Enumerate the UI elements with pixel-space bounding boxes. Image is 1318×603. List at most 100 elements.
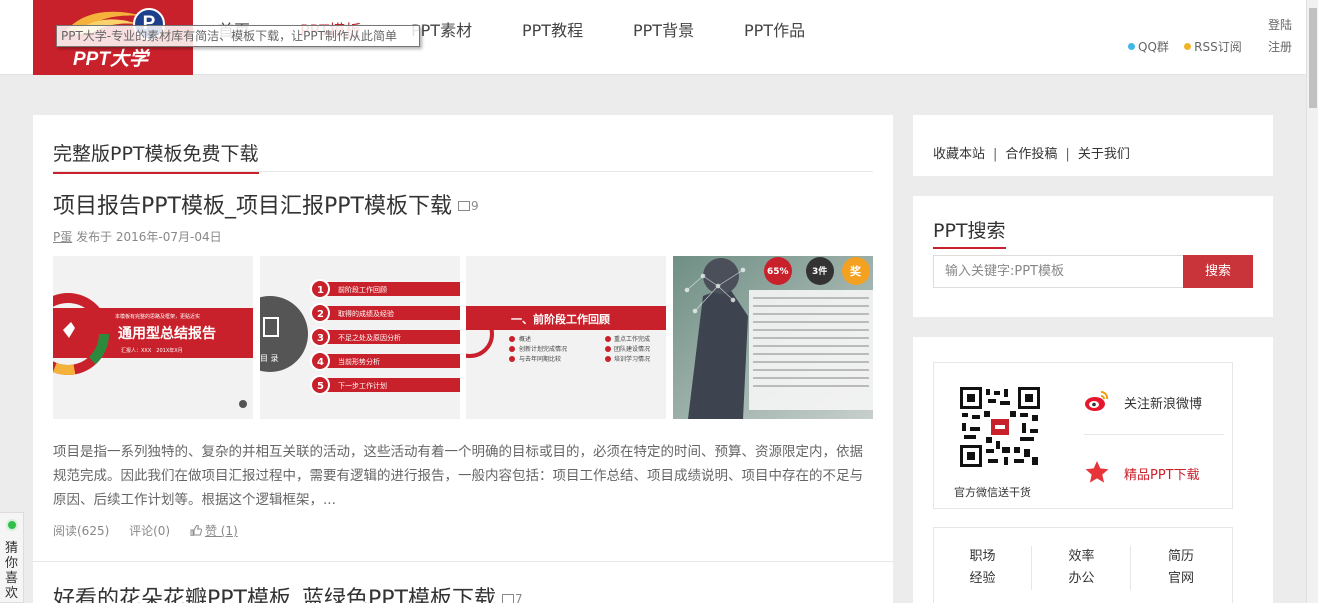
article-title[interactable]: 项目报告PPT模板_项目汇报PPT模板下载 9 — [53, 188, 479, 220]
author-link[interactable]: P蛋 — [53, 230, 72, 244]
svg-text:1: 1 — [317, 285, 324, 296]
image-count: 9 — [457, 199, 479, 213]
scrollbar-thumb[interactable] — [1309, 8, 1317, 108]
nav-ppt-tutorials[interactable]: PPT教程 — [522, 17, 583, 41]
qr-caption: 官方微信送干货 — [954, 486, 1031, 499]
search-title: PPT搜索 — [933, 216, 1006, 249]
tag-resume-line2: 官网 — [1167, 571, 1194, 586]
slide-review-image: 一、前阶段工作回顾 概述 重点工作完成 创新计划完成情况 团队建设情况 与去年同… — [466, 256, 666, 419]
contents-label: 目 录 — [260, 354, 279, 363]
contribute-link[interactable]: 合作投稿 — [1005, 147, 1057, 162]
guess-you-like-widget[interactable]: 猜你喜欢 — [0, 512, 24, 603]
tag-career-line2: 经验 — [969, 571, 996, 586]
logo-tooltip: PPT大学-专业的素材库有简洁、模板下载，让PPT制作从此简单 — [56, 25, 420, 47]
search-button[interactable]: 搜索 — [1183, 255, 1253, 288]
contents-item-4: 当前形势分析 — [338, 357, 380, 366]
premium-ppt-link[interactable]: 精品PPT下载 — [1084, 459, 1224, 495]
bookmark-link[interactable]: 收藏本站 — [933, 147, 985, 162]
slide-contents-image: 目 录 1 2 3 4 5 前阶段工作回顾 取得的成绩及经验 不足之处及原因分析… — [260, 256, 460, 419]
page-scrollbar[interactable] — [1306, 0, 1318, 603]
cover-title: 通用型总结报告 — [118, 325, 216, 342]
tag-career[interactable]: 职场 经验 — [934, 546, 1032, 590]
nav-ppt-works[interactable]: PPT作品 — [744, 17, 805, 41]
contents-item-3: 不足之处及原因分析 — [338, 333, 401, 342]
nav-ppt-backgrounds[interactable]: PPT背景 — [633, 17, 694, 41]
tag-career-line1: 职场 — [969, 549, 996, 564]
qq-group-link[interactable]: QQ群 — [1128, 40, 1169, 54]
article-actions: 阅读(625) 评论(0) 赞 (1) — [53, 522, 270, 539]
image-icon — [457, 201, 470, 211]
qq-dot-icon — [1128, 43, 1135, 50]
article-thumbnails: 通用型总结报告 本模板有完整的思路及框架，更贴近实 汇报人：XXX 201X年X… — [53, 256, 873, 419]
article-divider — [33, 561, 893, 562]
site-header: P PPT大学 PPT大学-专业的素材库有简洁、模板下载，让PPT制作从此简单 … — [0, 0, 1318, 75]
category-tags: 职场经验 效率办公 简历官网 — [933, 527, 1233, 603]
review-bullet-6: 培训学习情况 — [614, 355, 650, 363]
like-count: 赞 (1) — [204, 524, 238, 538]
next-article-title-text[interactable]: 好看的花朵花瓣PPT模板_蓝绿色PPT模板下载 — [53, 587, 496, 603]
login-link[interactable]: 登陆 — [1268, 14, 1292, 36]
thumbs-up-icon — [190, 524, 203, 537]
tag-efficiency-line2: 办公 — [1068, 571, 1095, 586]
next-image-icon — [501, 594, 514, 603]
slide-cover-image: 通用型总结报告 本模板有完整的思路及框架，更贴近实 汇报人：XXX 201X年X… — [53, 256, 253, 419]
article-title-text[interactable]: 项目报告PPT模板_项目汇报PPT模板下载 — [53, 194, 452, 219]
nav-ppt-materials[interactable]: PPT素材 — [411, 17, 472, 41]
wechat-qr-code — [960, 387, 1040, 467]
cover-intro: 本模板有完整的思路及框架，更贴近实 — [115, 313, 200, 320]
main-content: 完整版PPT模板免费下载 项目报告PPT模板_项目汇报PPT模板下载 9 P蛋 发… — [33, 115, 893, 603]
review-bullet-2: 重点工作完成 — [614, 335, 650, 343]
rss-link[interactable]: RSS订阅 — [1184, 40, 1242, 54]
review-bullet-3: 创新计划完成情况 — [519, 345, 567, 353]
qq-label: QQ群 — [1138, 40, 1169, 54]
tag-resume[interactable]: 简历 官网 — [1132, 546, 1230, 590]
sidebar-links-box: 收藏本站 | 合作投稿 | 关于我们 — [913, 115, 1273, 176]
comment-link[interactable]: 评论(0) — [129, 524, 170, 538]
review-bullet-4: 团队建设情况 — [614, 345, 650, 353]
tag-efficiency[interactable]: 效率 办公 — [1033, 546, 1131, 590]
link-separator: | — [993, 147, 998, 162]
image-count-value: 9 — [470, 199, 479, 213]
about-link[interactable]: 关于我们 — [1078, 147, 1130, 162]
photo-badge-1: 65% — [767, 267, 789, 277]
online-dot-icon — [6, 519, 18, 531]
section-divider — [53, 171, 873, 172]
like-button[interactable]: 赞 (1) — [190, 524, 254, 538]
svg-text:2: 2 — [317, 309, 324, 320]
review-heading: 一、前阶段工作回顾 — [511, 312, 610, 326]
header-links: QQ群 RSS订阅 — [1128, 38, 1242, 55]
register-link[interactable]: 注册 — [1268, 36, 1292, 58]
read-count: 阅读(625) — [53, 524, 110, 538]
search-input[interactable]: 输入关键字:PPT模板 — [933, 255, 1184, 288]
photo-badge-3: 奖 — [850, 264, 862, 278]
logo-text: PPT大学 — [73, 49, 148, 70]
next-image-count-value: 7 — [514, 592, 523, 603]
rss-label: RSS订阅 — [1194, 40, 1242, 54]
tag-efficiency-line1: 效率 — [1068, 549, 1095, 564]
review-bullet-5: 与去年同期比较 — [519, 355, 561, 363]
weibo-follow-link[interactable]: 关注新浪微博 — [1084, 388, 1224, 424]
next-article-title[interactable]: 好看的花朵花瓣PPT模板_蓝绿色PPT模板下载 7 — [53, 581, 523, 603]
weibo-label: 关注新浪微博 — [1124, 397, 1203, 412]
article-summary: 项目是指一系列独特的、复杂的并相互关联的活动，这些活动有着一个明确的目标或目的，… — [53, 444, 863, 508]
follow-separator — [1084, 434, 1224, 435]
contents-item-5: 下一步工作计划 — [338, 381, 387, 390]
rss-dot-icon — [1184, 43, 1192, 50]
tag-resume-line1: 简历 — [1167, 549, 1194, 564]
thumbnail-contents[interactable]: 目 录 1 2 3 4 5 前阶段工作回顾 取得的成绩及经验 不足之处及原因分析… — [260, 256, 460, 419]
publish-date: 发布于 2016年-07月-04日 — [76, 230, 222, 244]
guess-label: 猜你喜欢 — [5, 541, 19, 601]
sidebar-follow-box: 官方微信送干货 关注新浪微博 精品PPT下载 职场经验 效率办公 简历官网 — [913, 337, 1273, 603]
next-image-count: 7 — [501, 592, 523, 603]
sidebar-search-box: PPT搜索 输入关键字:PPT模板 搜索 — [913, 196, 1273, 317]
link-separator: | — [1065, 147, 1070, 162]
thumbnail-cover[interactable]: 通用型总结报告 本模板有完整的思路及框架，更贴近实 汇报人：XXX 201X年X… — [53, 256, 253, 419]
follow-panel: 官方微信送干货 关注新浪微博 精品PPT下载 — [933, 362, 1233, 509]
thumbnail-review[interactable]: 一、前阶段工作回顾 概述 重点工作完成 创新计划完成情况 团队建设情况 与去年同… — [466, 256, 666, 419]
article-meta: P蛋 发布于 2016年-07月-04日 — [53, 228, 222, 245]
svg-text:3: 3 — [317, 333, 324, 344]
slide-photo-image: 65% 3件 奖 — [673, 256, 873, 419]
thumbnail-photo[interactable]: 65% 3件 奖 — [673, 256, 873, 419]
photo-badge-2: 3件 — [812, 265, 827, 277]
star-icon — [1085, 461, 1109, 483]
